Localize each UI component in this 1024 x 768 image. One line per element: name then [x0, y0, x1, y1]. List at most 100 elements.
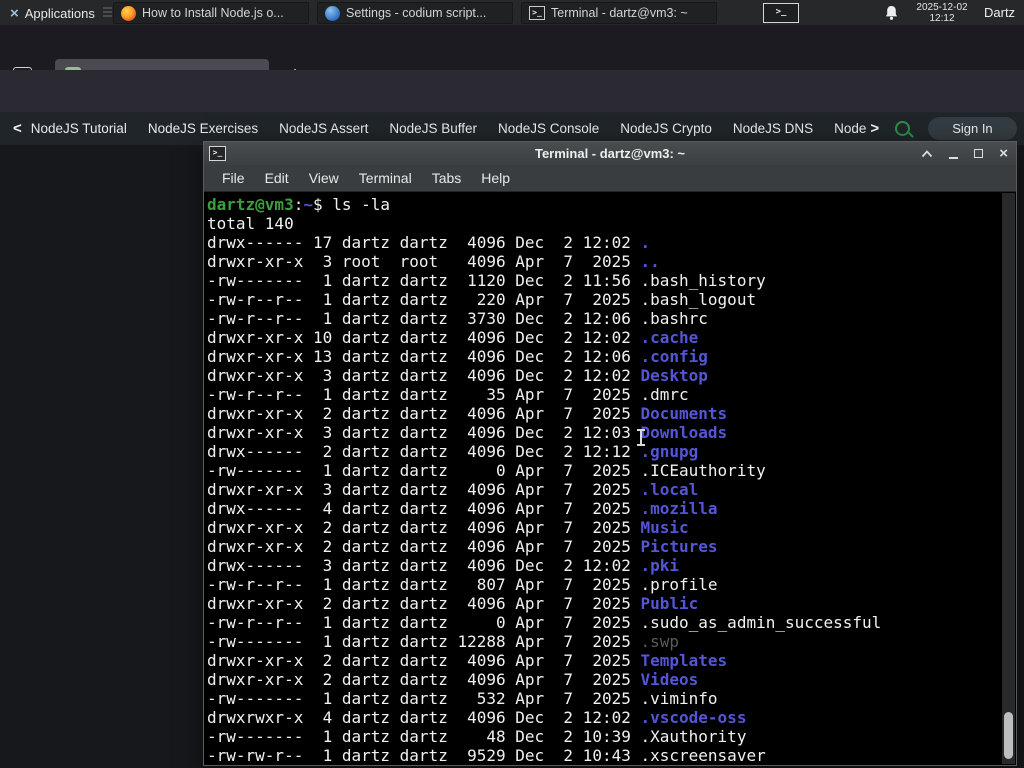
nav-item-nodejs-crypto[interactable]: NodeJS Crypto: [620, 121, 712, 136]
nav-item-nodejs-console[interactable]: NodeJS Console: [498, 121, 599, 136]
file-name: .bashrc: [640, 309, 708, 328]
file-attributes: drwx------ 2 dartz dartz 4096 Dec 2 12:1…: [207, 442, 641, 461]
taskbar-window-codium[interactable]: Settings - codium script...: [317, 2, 513, 24]
menu-view[interactable]: View: [299, 170, 349, 186]
file-attributes: drwxr-xr-x 3 root root 4096 Apr 7 2025: [207, 252, 641, 271]
firefox-icon: [121, 5, 136, 21]
directory-name: ..: [640, 252, 660, 271]
file-attributes: drwx------ 17 dartz dartz 4096 Dec 2 12:…: [207, 233, 641, 252]
terminal-output[interactable]: dartz@vm3:~$ ls -la total 140 drwx------…: [204, 193, 1016, 765]
clock-time: 12:12: [929, 13, 955, 24]
file-name: .swp: [640, 632, 680, 651]
terminal-listing-line: -rw-r--r-- 1 dartz dartz 3730 Dec 2 12:0…: [207, 309, 1016, 328]
nav-item-nodejs-dns[interactable]: NodeJS DNS: [733, 121, 813, 136]
file-attributes: -rw-r--r-- 1 dartz dartz 0 Apr 7 2025: [207, 613, 641, 632]
clock[interactable]: 2025-12-02 12:12: [906, 2, 978, 24]
file-attributes: drwxr-xr-x 3 dartz dartz 4096 Dec 2 12:0…: [207, 366, 641, 385]
notification-bell-icon[interactable]: [884, 5, 899, 26]
terminal-launcher-button[interactable]: >_: [760, 2, 802, 24]
terminal-listing-line: drwxr-xr-x 13 dartz dartz 4096 Dec 2 12:…: [207, 347, 1016, 366]
file-attributes: -rw-r--r-- 1 dartz dartz 3730 Dec 2 12:0…: [207, 309, 641, 328]
session-user-label[interactable]: Dartz: [984, 5, 1015, 20]
taskbar-window-firefox[interactable]: How to Install Node.js o...: [113, 2, 309, 24]
terminal-listing-line: -rw------- 1 dartz dartz 1120 Dec 2 11:5…: [207, 271, 1016, 290]
directory-name: Pictures: [640, 537, 718, 556]
terminal-listing-line: drwxr-xr-x 10 dartz dartz 4096 Dec 2 12:…: [207, 328, 1016, 347]
terminal-scrollbar[interactable]: [1002, 193, 1015, 764]
terminal-listing-line: drwxr-xr-x 3 root root 4096 Apr 7 2025 .…: [207, 252, 1016, 271]
terminal-listing-line: drwxrwxr-x 4 dartz dartz 4096 Dec 2 12:0…: [207, 708, 1016, 727]
file-attributes: -rw------- 1 dartz dartz 532 Apr 7 2025: [207, 689, 641, 708]
taskbar-window-label: Settings - codium script...: [346, 6, 487, 20]
file-attributes: -rw-r--r-- 1 dartz dartz 807 Apr 7 2025: [207, 575, 641, 594]
taskbar-window-label: Terminal - dartz@vm3: ~: [551, 6, 688, 20]
menu-file[interactable]: File: [212, 170, 255, 186]
directory-name: .cache: [640, 328, 699, 347]
terminal-prompt-line: dartz@vm3:~$ ls -la: [207, 195, 1016, 214]
terminal-listing-line: drwxr-xr-x 3 dartz dartz 4096 Apr 7 2025…: [207, 480, 1016, 499]
file-attributes: drwxr-xr-x 2 dartz dartz 4096 Apr 7 2025: [207, 594, 641, 613]
nav-item-nodejs-exercises[interactable]: NodeJS Exercises: [148, 121, 258, 136]
terminal-listing-line: -rw------- 1 dartz dartz 532 Apr 7 2025 …: [207, 689, 1016, 708]
top-panel: × Applications How to Install Node.js o.…: [0, 0, 1024, 26]
terminal-listing-line: drwxr-xr-x 2 dartz dartz 4096 Apr 7 2025…: [207, 670, 1016, 689]
nav-item-nodejs-buffer[interactable]: NodeJS Buffer: [389, 121, 477, 136]
file-name: .sudo_as_admin_successful: [640, 613, 882, 632]
applications-label: Applications: [24, 5, 95, 21]
file-attributes: drwxr-xr-x 2 dartz dartz 4096 Apr 7 2025: [207, 404, 641, 423]
directory-name: .: [640, 233, 651, 252]
terminal-listing-line: -rw------- 1 dartz dartz 0 Apr 7 2025 .I…: [207, 461, 1016, 480]
menu-help[interactable]: Help: [471, 170, 520, 186]
directory-name: Public: [640, 594, 699, 613]
file-attributes: drwxr-xr-x 3 dartz dartz 4096 Dec 2 12:0…: [207, 423, 641, 442]
directory-name: .pki: [640, 556, 680, 575]
file-attributes: drwxr-xr-x 3 dartz dartz 4096 Apr 7 2025: [207, 480, 641, 499]
mouse-cursor-ibeam-icon: [636, 429, 646, 446]
terminal-menu-bar: File Edit View Terminal Tabs Help: [204, 165, 1016, 192]
applications-menu-button[interactable]: × Applications: [2, 1, 103, 25]
search-icon[interactable]: [895, 121, 911, 136]
terminal-listing-line: drwx------ 3 dartz dartz 4096 Dec 2 12:0…: [207, 556, 1016, 575]
nav-item-nodejs-assert[interactable]: NodeJS Assert: [279, 121, 368, 136]
terminal-window-title: Terminal - dartz@vm3: ~: [534, 146, 686, 161]
file-name: .profile: [640, 575, 718, 594]
terminal-rollup-button[interactable]: [921, 149, 933, 158]
directory-name: .local: [640, 480, 699, 499]
directory-name: .vscode-oss: [640, 708, 747, 727]
directory-name: Documents: [640, 404, 728, 423]
terminal-listing-line: -rw-rw-r-- 1 dartz dartz 9529 Dec 2 10:4…: [207, 746, 1016, 765]
directory-name: .config: [640, 347, 708, 366]
terminal-title-bar[interactable]: >_ Terminal - dartz@vm3: ~ ×: [204, 142, 1016, 165]
nav-scroll-right-chevron-icon[interactable]: >: [870, 120, 879, 137]
file-name: .ICEauthority: [640, 461, 766, 480]
file-attributes: -rw------- 1 dartz dartz 0 Apr 7 2025: [207, 461, 641, 480]
file-name: .viminfo: [640, 689, 718, 708]
prompt-cwd: ~: [303, 195, 313, 214]
terminal-listing: drwx------ 17 dartz dartz 4096 Dec 2 12:…: [207, 233, 1016, 765]
menu-terminal[interactable]: Terminal: [349, 170, 422, 186]
nav-item-node-truncated[interactable]: Node: [834, 121, 866, 136]
file-attributes: -rw-r--r-- 1 dartz dartz 220 Apr 7 2025: [207, 290, 641, 309]
file-attributes: drwxr-xr-x 2 dartz dartz 4096 Apr 7 2025: [207, 518, 641, 537]
file-attributes: drwxr-xr-x 13 dartz dartz 4096 Dec 2 12:…: [207, 347, 641, 366]
file-name: .bash_history: [640, 271, 766, 290]
menu-edit[interactable]: Edit: [255, 170, 299, 186]
terminal-maximize-button[interactable]: [974, 149, 984, 158]
file-attributes: drwxr-xr-x 10 dartz dartz 4096 Dec 2 12:…: [207, 328, 641, 347]
terminal-close-button[interactable]: ×: [999, 146, 1008, 161]
nav-item-nodejs-tutorial[interactable]: NodeJS Tutorial: [31, 121, 127, 136]
directory-name: Templates: [640, 651, 728, 670]
sign-in-button[interactable]: Sign In: [928, 117, 1017, 140]
terminal-listing-line: -rw------- 1 dartz dartz 12288 Apr 7 202…: [207, 632, 1016, 651]
terminal-listing-line: drwxr-xr-x 2 dartz dartz 4096 Apr 7 2025…: [207, 651, 1016, 670]
terminal-minimize-button[interactable]: [949, 156, 959, 159]
browser-toolbar: ← → ↻ https://www.geeksforgeeks.org/node…: [0, 70, 1024, 177]
browser-tab-bar: GG How to Install Node.js on × + — ×: [0, 26, 1024, 92]
terminal-launcher-icon: >_: [763, 3, 799, 23]
taskbar-window-terminal[interactable]: >_ Terminal - dartz@vm3: ~: [521, 2, 717, 24]
terminal-listing-line: drwx------ 4 dartz dartz 4096 Apr 7 2025…: [207, 499, 1016, 518]
directory-name: .mozilla: [640, 499, 718, 518]
terminal-scrollbar-thumb[interactable]: [1004, 712, 1013, 759]
nav-scroll-left-chevron-icon[interactable]: <: [0, 120, 31, 137]
menu-tabs[interactable]: Tabs: [422, 170, 472, 186]
